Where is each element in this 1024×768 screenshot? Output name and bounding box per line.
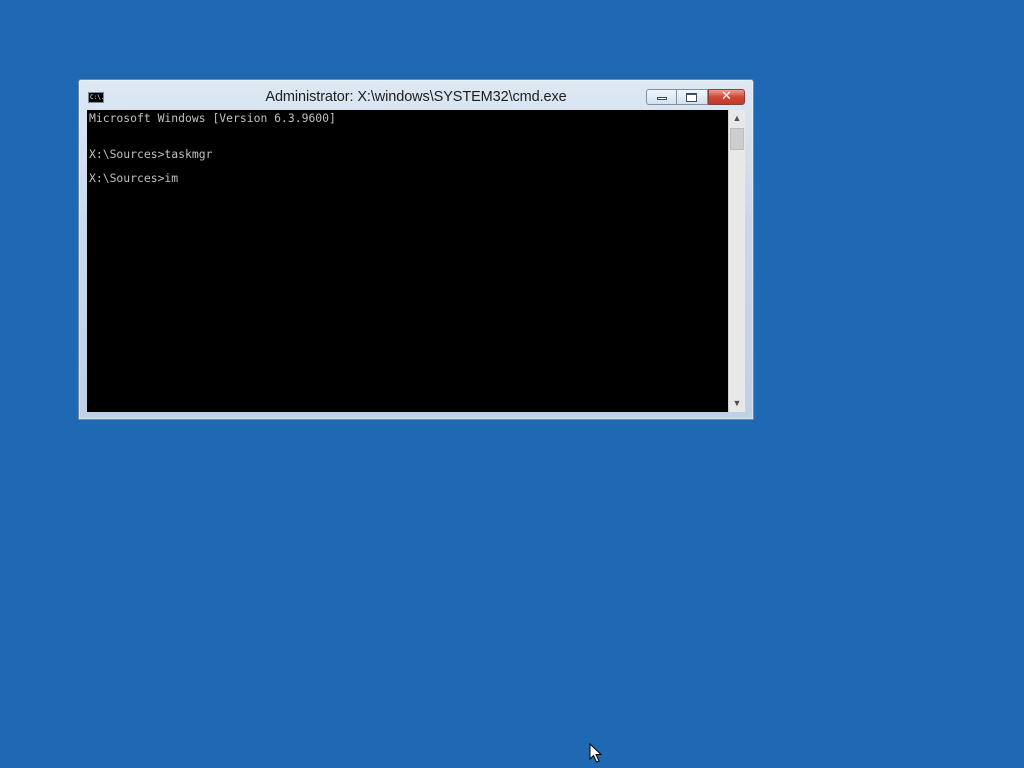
scroll-up-arrow-icon[interactable]: ▲ (729, 110, 745, 127)
console-input-line[interactable]: X:\Sources>im (89, 171, 178, 185)
minimize-icon (657, 97, 667, 100)
close-icon: ✕ (721, 89, 732, 104)
console-line: X:\Sources>taskmgr (89, 147, 213, 161)
scroll-thumb[interactable] (730, 128, 744, 150)
close-button[interactable]: ✕ (708, 89, 745, 105)
maximize-button[interactable] (677, 89, 708, 105)
title-bar[interactable]: C:\. Administrator: X:\windows\SYSTEM32\… (79, 80, 753, 110)
cmd-window[interactable]: C:\. Administrator: X:\windows\SYSTEM32\… (78, 79, 754, 420)
console-line: Microsoft Windows [Version 6.3.9600] (89, 111, 336, 125)
mouse-pointer-icon (589, 743, 603, 763)
vertical-scrollbar[interactable]: ▲ ▼ (728, 110, 745, 412)
maximize-icon (686, 93, 697, 102)
console-output[interactable]: Microsoft Windows [Version 6.3.9600] X:\… (87, 110, 728, 412)
scroll-down-arrow-icon[interactable]: ▼ (729, 395, 745, 412)
minimize-button[interactable] (646, 89, 677, 105)
desktop: C:\. Administrator: X:\windows\SYSTEM32\… (0, 0, 1024, 768)
